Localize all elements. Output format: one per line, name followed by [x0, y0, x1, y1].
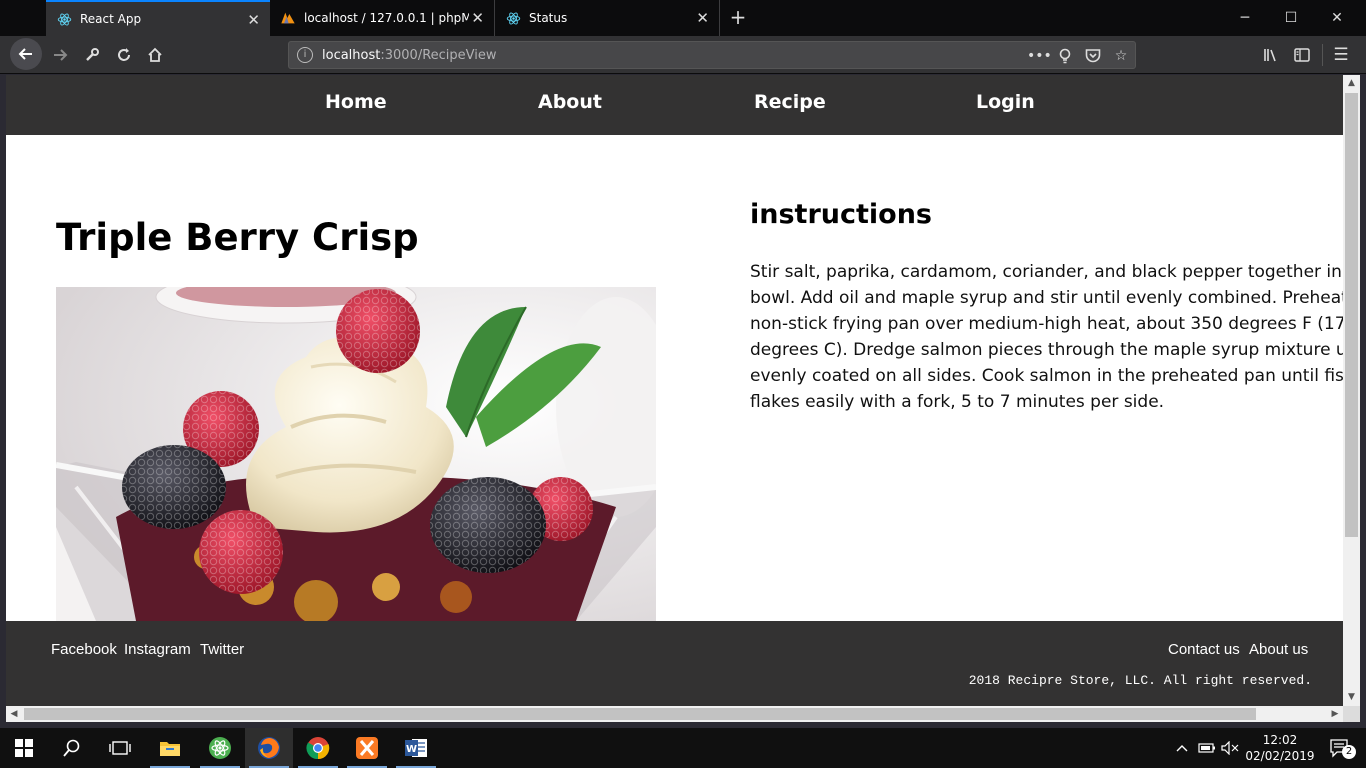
sidebar-icon[interactable] [1288, 41, 1316, 69]
task-view-icon[interactable] [96, 728, 144, 768]
scrollbar-thumb[interactable] [1345, 93, 1358, 537]
battery-icon[interactable] [1196, 728, 1218, 768]
copyright: 2018 Recipre Store, LLC. All right reser… [968, 673, 1312, 688]
instructions-line: Stir salt, paprika, cardamom, coriander,… [750, 262, 1343, 282]
taskbar: W 12:02 02/02/2019 2 [0, 728, 1366, 768]
search-icon[interactable] [48, 728, 96, 768]
back-button[interactable] [10, 38, 42, 70]
react-icon [505, 10, 521, 26]
instructions-line: flakes easily with a fork, 5 to 7 minute… [750, 392, 1165, 412]
tab-react-app[interactable]: React App ✕ [46, 0, 270, 36]
recipe-image [56, 287, 656, 621]
notification-center-icon[interactable]: 2 [1320, 728, 1360, 768]
horizontal-scrollbar[interactable]: ◀ ▶ [6, 706, 1343, 722]
instructions-line: degrees C). Dredge salmon pieces through… [750, 340, 1343, 360]
chrome-icon[interactable] [294, 728, 342, 768]
instructions-line: non-stick frying pan over medium-high he… [750, 314, 1343, 334]
footer-link-about[interactable]: About us [1249, 641, 1308, 658]
instructions-line: bowl. Add oil and maple syrup and stir u… [750, 288, 1343, 308]
react-icon [56, 11, 72, 27]
window-edge-right [1360, 75, 1366, 722]
tab-strip: React App ✕ localhost / 127.0.0.1 | phpM… [0, 0, 1366, 36]
screen: React App ✕ localhost / 127.0.0.1 | phpM… [0, 0, 1366, 768]
vertical-scrollbar[interactable]: ▲ ▼ [1343, 75, 1360, 706]
clock-date: 02/02/2019 [1245, 749, 1315, 763]
nav-about[interactable]: About [538, 91, 602, 113]
notification-count-badge: 2 [1342, 745, 1356, 759]
firefox-icon[interactable] [245, 728, 293, 768]
more-actions-icon[interactable]: ••• [1027, 46, 1052, 66]
word-icon[interactable]: W [392, 728, 440, 768]
nav-recipe[interactable]: Recipe [754, 91, 826, 113]
scroll-right-icon[interactable]: ▶ [1327, 706, 1343, 722]
library-icon[interactable] [1257, 41, 1285, 69]
footer-link-instagram[interactable]: Instagram [124, 641, 191, 658]
nav-login[interactable]: Login [976, 91, 1035, 113]
footer-link-facebook[interactable]: Facebook [51, 641, 117, 658]
scrollbar-thumb[interactable] [24, 708, 1256, 720]
phpmyadmin-icon [280, 10, 296, 26]
address-url[interactable]: localhost:3000/RecipeView [322, 48, 497, 63]
scroll-left-icon[interactable]: ◀ [6, 706, 22, 722]
nav-home[interactable]: Home [325, 91, 387, 113]
volume-muted-icon[interactable] [1219, 728, 1241, 768]
reload-button[interactable] [110, 41, 138, 69]
wrench-icon[interactable] [78, 41, 106, 69]
new-tab-button[interactable]: + [726, 5, 750, 29]
atom-icon[interactable] [196, 728, 244, 768]
footer-link-contact[interactable]: Contact us [1168, 641, 1240, 658]
scroll-down-icon[interactable]: ▼ [1343, 689, 1360, 706]
info-icon[interactable]: i [297, 47, 313, 63]
close-icon[interactable]: ✕ [247, 12, 260, 28]
address-bar[interactable]: i localhost:3000/RecipeView ••• ☆ [288, 41, 1136, 69]
bookmark-star-icon[interactable]: ☆ [1111, 46, 1131, 66]
scrollbar-corner [1343, 706, 1360, 722]
system-clock[interactable]: 12:02 02/02/2019 [1240, 732, 1320, 764]
close-icon[interactable]: ✕ [471, 10, 484, 26]
close-icon[interactable]: ✕ [696, 10, 709, 26]
recipe-title: Triple Berry Crisp [56, 216, 419, 259]
clock-time: 12:02 [1262, 733, 1298, 747]
tab-label: React App [80, 12, 142, 26]
start-button[interactable] [0, 728, 48, 768]
toolbar-divider [1322, 44, 1323, 66]
xampp-icon[interactable] [343, 728, 391, 768]
minimize-button[interactable]: ─ [1222, 0, 1268, 36]
instructions-line: evenly coated on all sides. Cook salmon … [750, 366, 1343, 386]
page-viewport: Home About Recipe Login Triple Berry Cri… [6, 75, 1343, 706]
tab-phpmyadmin[interactable]: localhost / 127.0.0.1 | phpMyAd ✕ [270, 0, 495, 36]
tab-strip-spacer [0, 0, 46, 36]
maximize-button[interactable]: ☐ [1268, 0, 1314, 36]
instructions-text: Stir salt, paprika, cardamom, coriander,… [750, 259, 1343, 415]
close-window-button[interactable]: ✕ [1314, 0, 1360, 36]
menu-icon[interactable]: ☰ [1327, 41, 1355, 69]
lightbulb-icon[interactable] [1055, 46, 1075, 66]
footer-link-twitter[interactable]: Twitter [200, 641, 244, 658]
scroll-up-icon[interactable]: ▲ [1343, 75, 1360, 92]
tab-status[interactable]: Status ✕ [495, 0, 720, 36]
site-nav: Home About Recipe Login [6, 75, 1343, 135]
home-button[interactable] [141, 41, 169, 69]
forward-button[interactable] [46, 41, 74, 69]
file-explorer-icon[interactable] [146, 728, 194, 768]
browser-toolbar: i localhost:3000/RecipeView ••• ☆ ☰ [0, 36, 1366, 74]
site-footer: Facebook Instagram Twitter Contact us Ab… [6, 621, 1343, 706]
chevron-up-icon[interactable] [1172, 728, 1192, 768]
tab-label: Status [529, 11, 568, 25]
pocket-icon[interactable] [1083, 46, 1103, 66]
instructions-heading: instructions [750, 199, 932, 230]
svg-text:W: W [406, 744, 417, 755]
tab-label: localhost / 127.0.0.1 | phpMyAd [304, 11, 469, 25]
